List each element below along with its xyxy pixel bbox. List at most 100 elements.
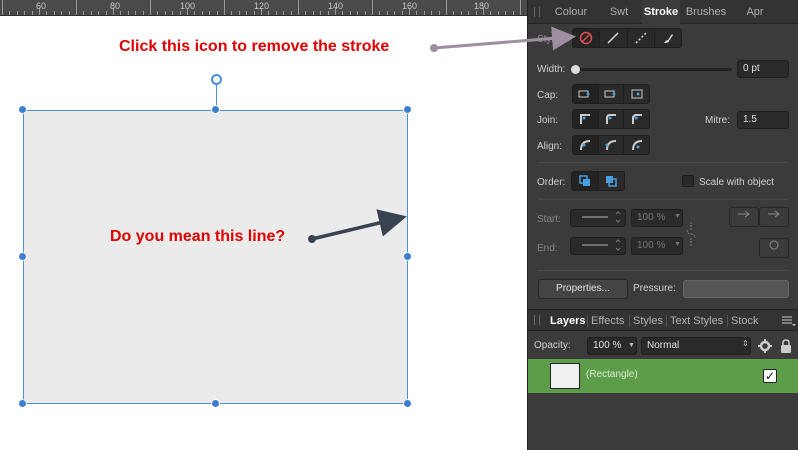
- brush-stroke-button[interactable]: [655, 29, 681, 47]
- start-arrowhead-select[interactable]: [570, 209, 626, 227]
- bevel-join-button[interactable]: [624, 110, 649, 128]
- ruler-tick: [328, 11, 329, 15]
- width-slider-knob[interactable]: [571, 65, 580, 74]
- solid-line-button[interactable]: [600, 29, 628, 47]
- tab-brushes[interactable]: Brushes: [683, 0, 729, 24]
- round-cap-button[interactable]: [599, 85, 625, 103]
- align-center-icon: [605, 140, 617, 151]
- resize-handle-top-left[interactable]: [18, 105, 27, 114]
- gear-icon[interactable]: [758, 339, 772, 353]
- ruler-tick: [165, 11, 166, 15]
- round-join-button[interactable]: [599, 110, 625, 128]
- width-field[interactable]: 0 pt: [737, 60, 789, 78]
- tab-colour[interactable]: Colour: [548, 0, 594, 24]
- ruler-tick: [69, 11, 70, 15]
- ruler-tick: [217, 11, 218, 15]
- ruler-tick: [143, 11, 144, 15]
- horizontal-ruler: 60 80 100 120 140 160 180: [0, 0, 527, 16]
- tab-separator: [587, 315, 588, 327]
- ruler-tick: [379, 11, 380, 15]
- ruler-label: 160: [402, 1, 418, 11]
- ruler-tick: [76, 0, 77, 15]
- ruler-tick: [194, 11, 195, 15]
- panel-menu-icon[interactable]: [782, 316, 796, 326]
- round-join-icon: [606, 114, 616, 124]
- line-icon: [582, 239, 621, 251]
- rectangle-shape[interactable]: [23, 110, 408, 404]
- resize-handle-bottom-right[interactable]: [403, 399, 412, 408]
- solid-line-icon: [607, 32, 619, 44]
- ruler-label: 180: [474, 1, 490, 11]
- lock-icon[interactable]: [780, 339, 792, 353]
- ruler-tick: [416, 11, 417, 15]
- ruler-tick: [291, 11, 292, 15]
- resize-handle-bottom-left[interactable]: [18, 399, 27, 408]
- tab-swatches[interactable]: Swt: [598, 0, 640, 24]
- align-inside-icon: [631, 140, 642, 151]
- resize-handle-top-right[interactable]: [403, 105, 412, 114]
- stroke-behind-button[interactable]: [572, 172, 599, 190]
- ruler-tick: [350, 11, 351, 15]
- ruler-tick: [394, 11, 395, 15]
- grip-icon[interactable]: [534, 7, 540, 17]
- butt-cap-button[interactable]: [573, 85, 599, 103]
- tab-appearance[interactable]: Apr: [736, 0, 774, 24]
- resize-handle-top[interactable]: [211, 105, 220, 114]
- tab-text-styles[interactable]: Text Styles: [670, 310, 723, 332]
- ruler-tick: [365, 11, 366, 15]
- swap-arrowheads-button[interactable]: [759, 238, 789, 258]
- mitre-label: Mitre:: [705, 115, 730, 126]
- tab-effects[interactable]: Effects: [591, 310, 624, 332]
- stroke-front-button[interactable]: [599, 172, 625, 190]
- properties-button[interactable]: Properties...: [538, 279, 628, 299]
- miter-join-button[interactable]: [573, 110, 599, 128]
- ruler-label: 100: [180, 1, 196, 11]
- dashed-line-button[interactable]: [628, 29, 655, 47]
- ruler-tick: [54, 11, 55, 15]
- resize-handle-right[interactable]: [403, 252, 412, 261]
- rotation-handle[interactable]: [211, 74, 222, 85]
- layer-visibility-checkbox[interactable]: ✓: [763, 369, 777, 383]
- tab-stock[interactable]: Stock: [731, 310, 759, 332]
- round-cap-icon: [604, 90, 616, 98]
- grip-icon[interactable]: [534, 315, 540, 325]
- chevron-down-icon: ▼: [674, 213, 681, 220]
- style-label: Style:: [537, 34, 563, 45]
- align-center-button[interactable]: [599, 136, 625, 154]
- ruler-tick: [320, 11, 321, 15]
- link-icon[interactable]: [685, 222, 697, 246]
- ruler-tick: [254, 11, 255, 15]
- ruler-tick: [120, 11, 121, 15]
- ruler-tick: [431, 11, 432, 15]
- ruler-tick: [106, 11, 107, 15]
- ruler-tick: [209, 11, 210, 15]
- align-outside-button[interactable]: [573, 136, 599, 154]
- tab-styles[interactable]: Styles: [633, 310, 663, 332]
- blend-mode-select[interactable]: Normal: [641, 337, 751, 355]
- butt-cap-icon: [578, 90, 590, 98]
- tab-stroke[interactable]: Stroke: [642, 0, 680, 24]
- align-inside-button[interactable]: [624, 136, 649, 154]
- line-icon: [582, 211, 621, 223]
- cap-label: Cap:: [537, 90, 559, 101]
- end-arrowhead-select[interactable]: [570, 237, 626, 255]
- ruler-tick: [32, 11, 33, 15]
- swap-start-button[interactable]: [729, 207, 759, 227]
- layer-row-rectangle[interactable]: (Rectangle) ✓: [528, 359, 798, 393]
- pressure-graph[interactable]: [683, 280, 789, 298]
- tab-layers[interactable]: Layers: [550, 310, 585, 332]
- ruler-tick: [305, 11, 306, 15]
- swap-end-button[interactable]: [759, 207, 789, 227]
- square-cap-icon: [631, 89, 643, 99]
- no-stroke-icon: [579, 31, 593, 45]
- no-stroke-button[interactable]: [573, 29, 601, 47]
- mitre-field[interactable]: 1.5: [737, 111, 789, 129]
- width-slider[interactable]: [571, 65, 732, 74]
- refresh-icon: [769, 240, 779, 250]
- resize-handle-bottom[interactable]: [211, 399, 220, 408]
- join-selector: [572, 109, 650, 129]
- scale-with-object-checkbox[interactable]: [682, 175, 694, 187]
- square-cap-button[interactable]: [624, 85, 649, 103]
- resize-handle-left[interactable]: [18, 252, 27, 261]
- align-label: Align:: [537, 141, 563, 152]
